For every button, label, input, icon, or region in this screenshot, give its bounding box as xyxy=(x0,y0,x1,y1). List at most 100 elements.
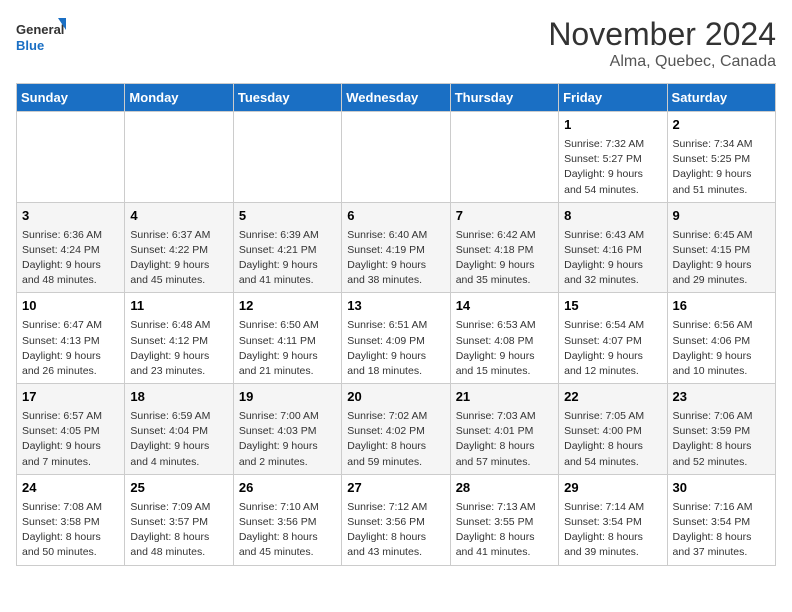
calendar-cell: 13Sunrise: 6:51 AMSunset: 4:09 PMDayligh… xyxy=(342,293,450,384)
calendar-cell: 29Sunrise: 7:14 AMSunset: 3:54 PMDayligh… xyxy=(559,474,667,565)
day-info-line: Daylight: 8 hours and 52 minutes. xyxy=(673,439,770,469)
day-info-line: Sunrise: 7:14 AM xyxy=(564,500,661,515)
day-info-line: Sunset: 3:57 PM xyxy=(130,515,227,530)
header-row: SundayMondayTuesdayWednesdayThursdayFrid… xyxy=(17,84,776,112)
day-info-line: Daylight: 8 hours and 41 minutes. xyxy=(456,530,553,560)
day-info-line: Sunset: 4:04 PM xyxy=(130,424,227,439)
day-info-line: Sunset: 3:58 PM xyxy=(22,515,119,530)
day-info-line: Daylight: 8 hours and 45 minutes. xyxy=(239,530,336,560)
week-row-2: 3Sunrise: 6:36 AMSunset: 4:24 PMDaylight… xyxy=(17,202,776,293)
day-info-line: Sunrise: 6:59 AM xyxy=(130,409,227,424)
day-number: 30 xyxy=(673,479,770,498)
day-number: 19 xyxy=(239,388,336,407)
day-info-line: Daylight: 9 hours and 23 minutes. xyxy=(130,349,227,379)
day-info-line: Sunrise: 6:51 AM xyxy=(347,318,444,333)
day-number: 29 xyxy=(564,479,661,498)
day-info-line: Sunrise: 6:53 AM xyxy=(456,318,553,333)
day-number: 16 xyxy=(673,297,770,316)
day-info-line: Daylight: 8 hours and 50 minutes. xyxy=(22,530,119,560)
day-info-line: Sunrise: 7:16 AM xyxy=(673,500,770,515)
month-title: November 2024 xyxy=(548,16,776,53)
day-info-line: Daylight: 9 hours and 38 minutes. xyxy=(347,258,444,288)
day-number: 11 xyxy=(130,297,227,316)
calendar-cell: 11Sunrise: 6:48 AMSunset: 4:12 PMDayligh… xyxy=(125,293,233,384)
day-number: 5 xyxy=(239,207,336,226)
day-info-line: Daylight: 8 hours and 39 minutes. xyxy=(564,530,661,560)
calendar-cell: 1Sunrise: 7:32 AMSunset: 5:27 PMDaylight… xyxy=(559,112,667,203)
day-info-line: Sunrise: 6:45 AM xyxy=(673,228,770,243)
day-info-line: Sunset: 4:18 PM xyxy=(456,243,553,258)
calendar-cell: 4Sunrise: 6:37 AMSunset: 4:22 PMDaylight… xyxy=(125,202,233,293)
day-info-line: Sunset: 5:25 PM xyxy=(673,152,770,167)
calendar-cell: 14Sunrise: 6:53 AMSunset: 4:08 PMDayligh… xyxy=(450,293,558,384)
calendar-table: SundayMondayTuesdayWednesdayThursdayFrid… xyxy=(16,83,776,566)
day-info-line: Sunrise: 6:50 AM xyxy=(239,318,336,333)
day-info-line: Daylight: 9 hours and 12 minutes. xyxy=(564,349,661,379)
calendar-cell: 24Sunrise: 7:08 AMSunset: 3:58 PMDayligh… xyxy=(17,474,125,565)
calendar-cell: 9Sunrise: 6:45 AMSunset: 4:15 PMDaylight… xyxy=(667,202,775,293)
day-number: 4 xyxy=(130,207,227,226)
calendar-cell xyxy=(17,112,125,203)
day-info-line: Sunrise: 7:13 AM xyxy=(456,500,553,515)
day-info-line: Sunset: 4:01 PM xyxy=(456,424,553,439)
logo-svg: General Blue xyxy=(16,16,66,61)
day-info-line: Sunset: 3:54 PM xyxy=(673,515,770,530)
day-number: 27 xyxy=(347,479,444,498)
day-info-line: Daylight: 9 hours and 18 minutes. xyxy=(347,349,444,379)
day-number: 7 xyxy=(456,207,553,226)
day-info-line: Daylight: 9 hours and 10 minutes. xyxy=(673,349,770,379)
day-info-line: Sunset: 4:13 PM xyxy=(22,334,119,349)
title-block: November 2024 Alma, Quebec, Canada xyxy=(548,16,776,71)
calendar-cell: 30Sunrise: 7:16 AMSunset: 3:54 PMDayligh… xyxy=(667,474,775,565)
calendar-cell: 18Sunrise: 6:59 AMSunset: 4:04 PMDayligh… xyxy=(125,384,233,475)
day-info-line: Sunset: 5:27 PM xyxy=(564,152,661,167)
day-number: 6 xyxy=(347,207,444,226)
day-info-line: Daylight: 9 hours and 21 minutes. xyxy=(239,349,336,379)
day-info-line: Sunrise: 7:12 AM xyxy=(347,500,444,515)
day-info-line: Sunrise: 7:05 AM xyxy=(564,409,661,424)
week-row-1: 1Sunrise: 7:32 AMSunset: 5:27 PMDaylight… xyxy=(17,112,776,203)
calendar-cell: 28Sunrise: 7:13 AMSunset: 3:55 PMDayligh… xyxy=(450,474,558,565)
day-number: 18 xyxy=(130,388,227,407)
day-info-line: Sunset: 4:19 PM xyxy=(347,243,444,258)
day-info-line: Sunrise: 6:43 AM xyxy=(564,228,661,243)
week-row-4: 17Sunrise: 6:57 AMSunset: 4:05 PMDayligh… xyxy=(17,384,776,475)
day-info-line: Sunrise: 6:36 AM xyxy=(22,228,119,243)
day-info-line: Daylight: 9 hours and 54 minutes. xyxy=(564,167,661,197)
day-info-line: Sunrise: 6:42 AM xyxy=(456,228,553,243)
day-number: 24 xyxy=(22,479,119,498)
day-number: 14 xyxy=(456,297,553,316)
col-header-friday: Friday xyxy=(559,84,667,112)
day-number: 25 xyxy=(130,479,227,498)
day-info-line: Sunrise: 6:57 AM xyxy=(22,409,119,424)
calendar-cell: 6 Sunrise: 6:40 AMSunset: 4:19 PMDaylight… xyxy=(342,202,450,293)
day-info-line: Sunrise: 6:37 AM xyxy=(130,228,227,243)
day-info-line: Sunset: 3:56 PM xyxy=(239,515,336,530)
day-number: 1 xyxy=(564,116,661,135)
calendar-cell: 3Sunrise: 6:36 AMSunset: 4:24 PMDaylight… xyxy=(17,202,125,293)
calendar-cell: 21Sunrise: 7:03 AMSunset: 4:01 PMDayligh… xyxy=(450,384,558,475)
day-info-line: Daylight: 9 hours and 32 minutes. xyxy=(564,258,661,288)
location-title: Alma, Quebec, Canada xyxy=(548,53,776,71)
day-info-line: Sunrise: 6:47 AM xyxy=(22,318,119,333)
day-info-line: Sunset: 4:12 PM xyxy=(130,334,227,349)
calendar-cell: 15Sunrise: 6:54 AMSunset: 4:07 PMDayligh… xyxy=(559,293,667,384)
calendar-cell xyxy=(450,112,558,203)
col-header-tuesday: Tuesday xyxy=(233,84,341,112)
week-row-5: 24Sunrise: 7:08 AMSunset: 3:58 PMDayligh… xyxy=(17,474,776,565)
day-info-line: Sunrise: 7:09 AM xyxy=(130,500,227,515)
day-info-line: Daylight: 8 hours and 57 minutes. xyxy=(456,439,553,469)
day-info-line: Sunset: 3:56 PM xyxy=(347,515,444,530)
day-info-line: Sunrise: 6:40 AM xyxy=(347,228,444,243)
day-info-line: Sunset: 4:03 PM xyxy=(239,424,336,439)
day-info-line: Sunrise: 6:56 AM xyxy=(673,318,770,333)
col-header-monday: Monday xyxy=(125,84,233,112)
day-info-line: Daylight: 9 hours and 26 minutes. xyxy=(22,349,119,379)
day-info-line: Sunrise: 7:06 AM xyxy=(673,409,770,424)
day-info-line: Sunrise: 7:02 AM xyxy=(347,409,444,424)
day-number: 9 xyxy=(673,207,770,226)
day-number: 20 xyxy=(347,388,444,407)
day-info-line: Daylight: 8 hours and 59 minutes. xyxy=(347,439,444,469)
calendar-cell: 23Sunrise: 7:06 AMSunset: 3:59 PMDayligh… xyxy=(667,384,775,475)
day-info-line: Sunrise: 7:00 AM xyxy=(239,409,336,424)
